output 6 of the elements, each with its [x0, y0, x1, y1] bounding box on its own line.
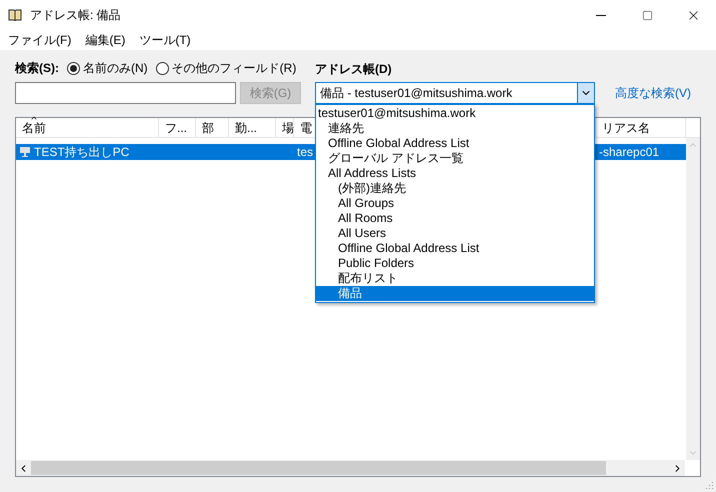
table-cell-text: tes [297, 144, 314, 161]
search-label: 検索(S): [15, 60, 59, 77]
address-book-label: アドレス帳(D) [315, 61, 393, 76]
table-cell-text: TEST持ち出しPC [34, 144, 130, 161]
window-title: アドレス帳: 備品 [30, 7, 121, 24]
table-cell-text: -sharepc01 [599, 144, 660, 161]
